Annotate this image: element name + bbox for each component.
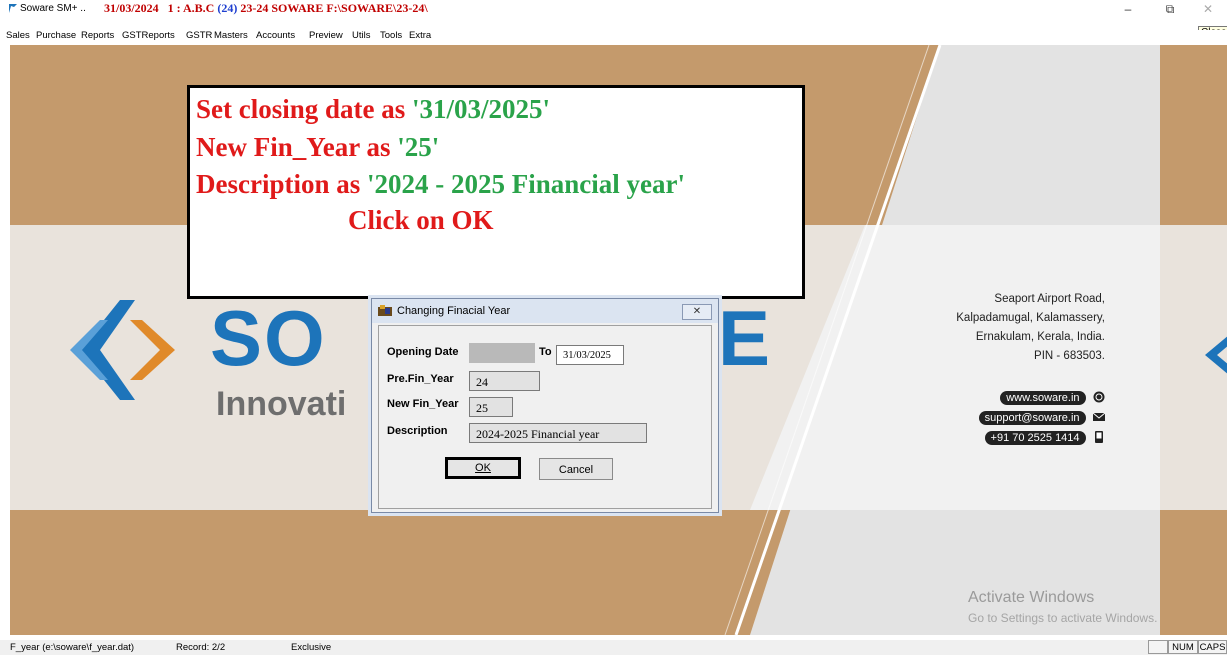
title-company: 1 : A.B.C (167, 1, 215, 15)
title-date: 31/03/2024 (104, 1, 159, 15)
instruction-text: Set closing date as (196, 94, 412, 124)
menu-bar: Sales Purchase Reports GSTReports GSTR M… (0, 30, 1227, 44)
address-line: PIN - 683503. (1034, 350, 1105, 362)
to-label: To (539, 346, 552, 358)
logo-subtext: Innovati (216, 385, 347, 423)
address-line: Ernakulam, Kerala, India. (975, 331, 1105, 343)
instruction-value: '25' (397, 132, 440, 162)
menu-accounts[interactable]: Accounts (256, 30, 295, 41)
instruction-line-4: Click on OK (348, 205, 494, 235)
changing-financial-year-dialog: Changing Finacial Year ✕ Opening Date To… (371, 298, 719, 513)
pre-fin-year-label: Pre.Fin_Year (387, 373, 454, 385)
instruction-line-1: Set closing date as '31/03/2025' (196, 94, 550, 125)
opening-date-label: Opening Date (387, 346, 459, 358)
status-file: F_year (e:\soware\f_year.dat) (10, 642, 135, 653)
status-record: Record: 2/2 (176, 642, 226, 653)
menu-gstr[interactable]: GSTR (186, 30, 212, 41)
ok-button[interactable]: OK (445, 457, 521, 479)
menu-masters[interactable]: Masters (214, 30, 248, 41)
pre-fin-year-field[interactable]: 24 (469, 371, 540, 391)
restore-button[interactable]: ⧉ (1158, 0, 1182, 18)
instruction-value: '2024 - 2025 Financial year' (367, 169, 685, 199)
dialog-title-bar: Changing Finacial Year ✕ (372, 299, 718, 323)
dialog-body: Opening Date To 31/03/2025 Pre.Fin_Year … (378, 325, 712, 509)
activate-windows-title: Activate Windows (968, 589, 1095, 606)
status-mode: Exclusive (291, 642, 332, 653)
instruction-line-2: New Fin_Year as '25' (196, 132, 439, 163)
contact-website: www.soware.in (940, 388, 1105, 406)
description-label: Description (387, 425, 448, 437)
title-company-code: (24) (217, 1, 238, 15)
status-empty-indicator (1148, 640, 1168, 654)
globe-icon (1093, 391, 1105, 403)
address-line: Kalpadamugal, Kalamassery, (956, 312, 1105, 324)
dialog-close-button[interactable]: ✕ (682, 304, 712, 320)
activate-windows-subtitle: Go to Settings to activate Windows. (968, 611, 1158, 625)
main-workspace: SO Innovati E Seaport Airport Road, Kalp… (10, 45, 1227, 635)
ok-button-label: OK (475, 462, 491, 474)
soware-logo-icon (70, 300, 175, 400)
menu-gstreports[interactable]: GSTReports (122, 30, 175, 41)
menu-utils[interactable]: Utils (352, 30, 370, 41)
closing-date-field[interactable]: 31/03/2025 (556, 345, 624, 365)
phone-text: +91 70 2525 1414 (984, 431, 1086, 445)
mail-icon (1093, 412, 1105, 421)
instruction-box: Set closing date as '31/03/2025' New Fin… (187, 85, 805, 299)
menu-extra[interactable]: Extra (409, 30, 431, 41)
company-address: Seaport Airport Road, Kalpadamugal, Kala… (905, 290, 1105, 366)
description-field[interactable]: 2024-2025 Financial year (469, 423, 647, 443)
dialog-title: Changing Finacial Year (397, 305, 511, 317)
soware-logo-partial-icon (1205, 336, 1227, 374)
close-button[interactable]: ✕ (1196, 0, 1220, 18)
website-text: www.soware.in (1000, 391, 1086, 405)
instruction-text: Description as (196, 169, 367, 199)
contact-email: support@soware.in (940, 408, 1105, 426)
email-text: support@soware.in (978, 411, 1086, 425)
cancel-button-label: Cancel (558, 464, 594, 476)
address-line: Seaport Airport Road, (994, 293, 1105, 305)
minimize-button[interactable]: – (1116, 0, 1140, 18)
status-caps: CAPS (1198, 640, 1227, 654)
menu-tools[interactable]: Tools (380, 30, 402, 41)
instruction-text: New Fin_Year as (196, 132, 398, 162)
window-title-info: 31/03/2024 1 : A.B.C (24) 23-24 SOWARE F… (104, 1, 428, 16)
status-bar: F_year (e:\soware\f_year.dat) Record: 2/… (0, 640, 1227, 655)
logo-text: SO (210, 294, 327, 382)
menu-purchase[interactable]: Purchase (36, 30, 76, 41)
title-bar: Soware SM+ .. 31/03/2024 1 : A.B.C (24) … (0, 0, 1227, 18)
app-icon (9, 4, 17, 13)
title-period-path: 23-24 SOWARE F:\SOWARE\23-24\ (240, 1, 428, 15)
opening-date-field[interactable] (469, 343, 535, 363)
instruction-value: '31/03/2025' (412, 94, 551, 124)
phone-icon (1095, 430, 1103, 443)
cancel-button[interactable]: Cancel (539, 458, 613, 480)
new-fin-year-field[interactable]: 25 (469, 397, 513, 417)
dialog-app-icon (378, 305, 392, 316)
menu-sales[interactable]: Sales (6, 30, 30, 41)
instruction-line-3: Description as '2024 - 2025 Financial ye… (196, 169, 685, 200)
status-num: NUM (1168, 640, 1198, 654)
contact-phone: +91 70 2525 1414 (940, 428, 1105, 446)
app-name: Soware SM+ .. (20, 3, 86, 14)
menu-reports[interactable]: Reports (81, 30, 114, 41)
logo-text-end: E (718, 294, 771, 382)
menu-preview[interactable]: Preview (309, 30, 343, 41)
new-fin-year-label: New Fin_Year (387, 398, 459, 410)
